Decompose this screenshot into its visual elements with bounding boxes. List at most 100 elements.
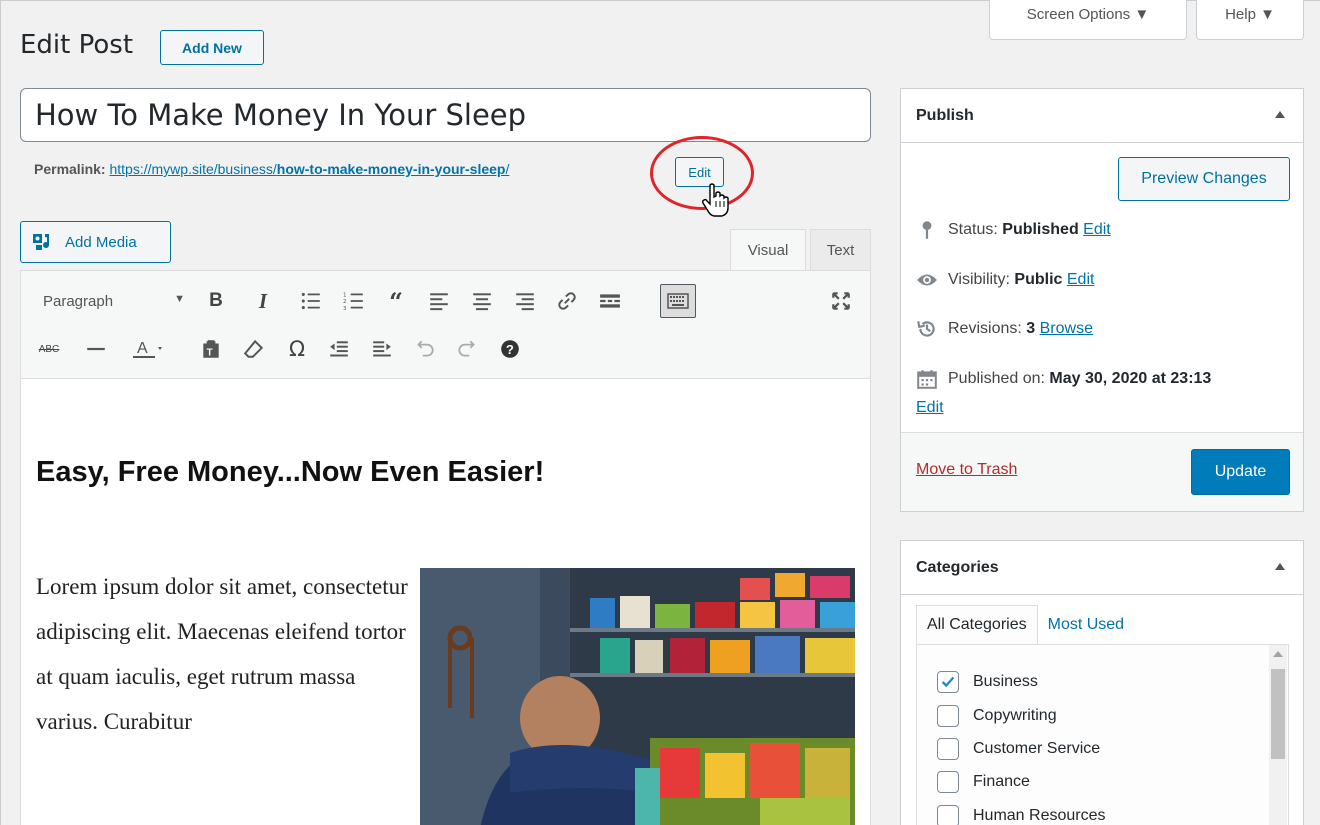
eye-icon — [917, 274, 937, 286]
svg-text:A: A — [137, 340, 148, 357]
categories-title-label: Categories — [916, 559, 999, 576]
clipboard-icon: T — [203, 340, 219, 359]
checkbox[interactable] — [937, 805, 959, 825]
update-button[interactable]: Update — [1191, 449, 1290, 495]
strikethrough-button[interactable]: ABC — [34, 334, 64, 364]
text-color-button[interactable]: A — [128, 334, 168, 364]
category-item-finance[interactable]: Finance — [937, 771, 1030, 793]
chevron-down-icon: ▼ — [174, 293, 185, 305]
bold-button[interactable]: B — [201, 286, 231, 316]
tab-all-categories[interactable]: All Categories — [916, 605, 1038, 645]
tab-most-used[interactable]: Most Used — [1038, 605, 1134, 645]
redo-button[interactable] — [452, 334, 482, 364]
checkbox-checked[interactable] — [937, 671, 959, 693]
paste-as-text-button[interactable]: T — [196, 334, 226, 364]
collapse-arrow-icon[interactable] — [1275, 563, 1285, 570]
visibility-edit-link[interactable]: Edit — [1067, 271, 1095, 288]
special-character-button[interactable]: Ω — [282, 334, 312, 364]
category-label: Finance — [973, 773, 1030, 790]
permalink-slug: how-to-make-money-in-your-sleep — [276, 161, 506, 177]
permalink-link[interactable]: https://mywp.site/business/how-to-make-m… — [109, 161, 509, 177]
tab-visual[interactable]: Visual — [730, 229, 806, 271]
horizontal-line-button[interactable] — [81, 334, 111, 364]
permalink-label: Permalink: — [34, 161, 106, 177]
status-value: Published — [1002, 221, 1079, 238]
decrease-indent-button[interactable] — [324, 334, 354, 364]
tab-text[interactable]: Text — [810, 229, 871, 271]
category-item-customer-service[interactable]: Customer Service — [937, 738, 1100, 760]
help-button[interactable]: Help ▼ — [1196, 0, 1304, 40]
fullscreen-icon — [832, 292, 850, 310]
category-label: Human Resources — [973, 807, 1106, 824]
sleeping-shopkeeper-image — [420, 568, 855, 825]
publish-actions: Move to Trash Update — [901, 432, 1303, 511]
undo-icon — [417, 340, 434, 357]
format-select[interactable]: Paragraph ▼ — [33, 285, 191, 317]
left-border — [0, 0, 1, 825]
revisions-count: 3 — [1026, 320, 1036, 337]
screen-options-button[interactable]: Screen Options ▼ — [989, 0, 1187, 40]
status-row: Status: Published Edit — [916, 219, 1111, 241]
category-item-copywriting[interactable]: Copywriting — [937, 705, 1057, 727]
scrollbar-thumb[interactable] — [1271, 669, 1285, 759]
align-left-button[interactable] — [424, 286, 454, 316]
categories-box-title[interactable]: Categories — [901, 541, 1303, 595]
bulleted-list-icon — [301, 292, 320, 310]
publish-title-label: Publish — [916, 107, 974, 124]
keyboard-shortcuts-button[interactable]: ? — [495, 334, 525, 364]
blockquote-button[interactable]: “ — [381, 286, 411, 316]
italic-button[interactable]: I — [248, 286, 278, 316]
permalink-end: / — [505, 161, 510, 177]
page-title: Edit Post — [20, 30, 134, 60]
post-image — [420, 568, 855, 825]
align-center-icon — [473, 293, 491, 311]
visibility-label: Visibility: — [948, 271, 1010, 288]
svg-text:3: 3 — [343, 306, 347, 312]
status-edit-link[interactable]: Edit — [1083, 221, 1111, 238]
category-label: Business — [973, 673, 1038, 690]
checkbox[interactable] — [937, 705, 959, 727]
preview-changes-button[interactable]: Preview Changes — [1118, 157, 1290, 201]
post-title-input[interactable]: How To Make Money In Your Sleep — [20, 88, 871, 142]
undo-button[interactable] — [410, 334, 440, 364]
toolbar-toggle-button[interactable] — [660, 284, 696, 318]
pin-icon — [922, 221, 932, 239]
scroll-up-icon[interactable] — [1273, 651, 1283, 657]
permalink: Permalink: https://mywp.site/business/ho… — [34, 161, 509, 177]
insert-link-button[interactable] — [552, 286, 582, 316]
checkbox[interactable] — [937, 771, 959, 793]
category-label: Copywriting — [973, 707, 1057, 724]
format-select-value: Paragraph — [43, 292, 114, 310]
align-center-button[interactable] — [467, 286, 497, 316]
hand-cursor-icon — [701, 183, 729, 217]
numbered-list-button[interactable]: 123 — [339, 286, 369, 316]
align-left-icon — [430, 293, 448, 311]
increase-indent-button[interactable] — [367, 334, 397, 364]
checkbox[interactable] — [937, 738, 959, 760]
add-new-button[interactable]: Add New — [160, 30, 264, 65]
clear-formatting-button[interactable] — [239, 334, 269, 364]
category-item-human-resources[interactable]: Human Resources — [937, 805, 1106, 825]
redo-icon — [458, 340, 475, 357]
revisions-row: Revisions: 3 Browse — [916, 318, 1093, 340]
visibility-text: Visibility: Public Edit — [948, 271, 1094, 289]
add-media-button[interactable]: Add Media — [20, 221, 171, 263]
collapse-arrow-icon[interactable] — [1275, 111, 1285, 118]
text-color-icon: A — [133, 340, 162, 358]
align-right-button[interactable] — [510, 286, 540, 316]
move-to-trash-link[interactable]: Move to Trash — [916, 461, 1017, 479]
history-icon — [917, 321, 935, 337]
add-media-icon — [33, 234, 50, 250]
publish-box-title[interactable]: Publish — [901, 89, 1303, 143]
align-right-icon — [516, 293, 534, 311]
published-on-edit-link[interactable]: Edit — [916, 399, 944, 417]
published-on-text: Published on: May 30, 2020 at 23:13 — [948, 370, 1211, 388]
bulleted-list-button[interactable] — [296, 286, 326, 316]
fullscreen-button[interactable] — [826, 286, 856, 316]
svg-text:T: T — [207, 348, 213, 359]
read-more-button[interactable] — [595, 286, 625, 316]
revisions-browse-link[interactable]: Browse — [1040, 320, 1093, 337]
permalink-base: https://mywp.site/business/ — [109, 161, 277, 177]
category-tabs: All Categories Most Used — [916, 605, 1134, 645]
category-item-business[interactable]: Business — [937, 671, 1038, 693]
